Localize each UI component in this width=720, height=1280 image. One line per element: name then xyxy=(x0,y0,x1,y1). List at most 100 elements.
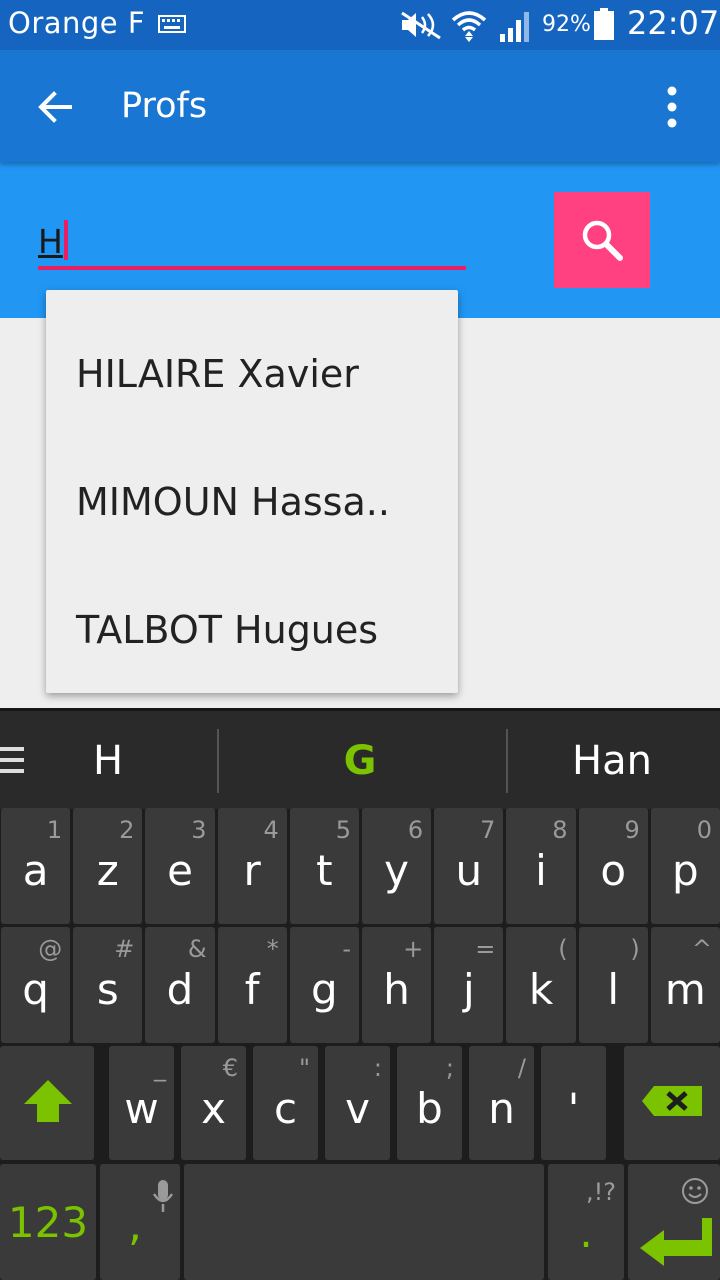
key-label: j xyxy=(462,965,475,1014)
key-secondary-label: : xyxy=(373,1054,382,1082)
search-icon xyxy=(582,220,623,261)
key-o[interactable]: 9o xyxy=(578,808,648,924)
key-a[interactable]: 1a xyxy=(1,808,71,924)
key-label: e xyxy=(167,846,193,895)
key-secondary-label: 8 xyxy=(552,816,568,844)
key-d[interactable]: & d xyxy=(145,927,215,1043)
period-key[interactable]: ,!? . xyxy=(548,1164,624,1280)
key-k[interactable]: (k xyxy=(506,927,576,1043)
key-secondary-label: 1 xyxy=(46,816,63,844)
key-w[interactable]: _ w xyxy=(109,1046,174,1160)
text-cursor xyxy=(64,220,68,260)
key-t[interactable]: 5t xyxy=(289,808,359,924)
key-h[interactable]: + h xyxy=(362,927,432,1043)
key-m[interactable]: ^ m xyxy=(650,927,720,1043)
search-input[interactable]: H xyxy=(38,222,63,261)
key-secondary-label: & xyxy=(187,935,207,963)
key-secondary-label: 3 xyxy=(191,816,207,844)
key-secondary-label: + xyxy=(403,935,424,963)
key-n[interactable]: / n xyxy=(469,1046,534,1160)
key-label: r xyxy=(243,846,261,895)
key-secondary-label: 4 xyxy=(263,816,279,844)
key-secondary-label: _ xyxy=(154,1054,166,1082)
key-secondary-label: 2 xyxy=(119,816,135,844)
search-button[interactable] xyxy=(554,192,650,288)
key-label: f xyxy=(244,965,260,1014)
key-j[interactable]: = j xyxy=(434,927,504,1043)
menu-icon[interactable] xyxy=(0,745,26,775)
key-y[interactable]: 6y xyxy=(362,808,432,924)
keyboard-suggestion[interactable]: H xyxy=(93,738,123,784)
key-label: x xyxy=(201,1084,226,1133)
key-f[interactable]: * f xyxy=(217,927,287,1043)
key-g[interactable]: -g xyxy=(289,927,359,1043)
divider xyxy=(506,729,508,793)
key-secondary-label: € xyxy=(222,1054,238,1082)
divider xyxy=(217,729,219,793)
key-label: h xyxy=(383,965,410,1014)
key-v[interactable]: :v xyxy=(325,1046,390,1160)
key-label: o xyxy=(600,846,627,895)
key-p[interactable]: 0p xyxy=(650,808,720,924)
key-label: p xyxy=(672,846,699,895)
key-secondary-label: 0 xyxy=(696,816,712,844)
key-label: m xyxy=(664,965,706,1014)
suggestion-item[interactable]: MIMOUN Hassa.. xyxy=(46,442,458,570)
battery-icon xyxy=(594,8,614,40)
key-label: t xyxy=(316,846,333,895)
key-label: s xyxy=(96,965,119,1014)
enter-arrow-icon xyxy=(640,1218,712,1266)
key-secondary-label: 5 xyxy=(335,816,351,844)
key-u[interactable]: 7u xyxy=(434,808,504,924)
key-e[interactable]: 3e xyxy=(145,808,215,924)
app-bar: Profs xyxy=(0,50,720,162)
status-bar: Orange F 92% 22:07 xyxy=(0,0,720,50)
key-x[interactable]: € x xyxy=(181,1046,246,1160)
signal-icon xyxy=(500,12,529,42)
key-z[interactable]: 2z xyxy=(73,808,143,924)
keyboard-indicator-icon xyxy=(158,15,186,33)
key-l[interactable]: ) l xyxy=(578,927,648,1043)
key-secondary-label: ; xyxy=(445,1054,454,1082)
page-title: Profs xyxy=(121,86,208,126)
shift-key[interactable] xyxy=(0,1046,94,1160)
back-arrow-icon[interactable] xyxy=(36,88,74,126)
suggestion-item[interactable]: TALBOT Hugues xyxy=(46,570,458,698)
more-vert-icon[interactable] xyxy=(660,84,684,130)
key-label: w xyxy=(124,1084,159,1133)
key-secondary-label: 6 xyxy=(407,816,424,844)
enter-key[interactable] xyxy=(628,1164,720,1280)
suggestion-item[interactable]: HILAIRE Xavier xyxy=(46,314,458,442)
key-secondary-label: " xyxy=(298,1054,310,1082)
key-secondary-label: ) xyxy=(630,935,640,963)
backspace-icon xyxy=(642,1086,702,1116)
numbers-key[interactable]: 123 xyxy=(0,1164,96,1280)
comma-key[interactable]: , xyxy=(100,1164,180,1280)
key-i[interactable]: 8i xyxy=(506,808,576,924)
wifi-icon xyxy=(451,11,487,42)
key-secondary-label: 9 xyxy=(624,816,640,844)
soft-keyboard: H G Han 1 a 2 z 3 e 4 r 5 t 6 y 7 u 8 i 9 o 0 p @ q # s & d * f - g + h… xyxy=(0,708,720,1280)
key-label: g xyxy=(311,965,338,1014)
key-label: y xyxy=(384,846,410,895)
key-r[interactable]: 4r xyxy=(217,808,287,924)
key-b[interactable]: ; b xyxy=(397,1046,462,1160)
key-secondary-label: @ xyxy=(38,935,63,963)
keyboard-suggestion[interactable]: Han xyxy=(572,738,652,784)
clock: 22:07 xyxy=(627,4,720,42)
key-label: ' xyxy=(567,1084,580,1133)
key-label: a xyxy=(22,846,49,895)
key-c[interactable]: " c xyxy=(253,1046,318,1160)
keyboard-suggestion-primary[interactable]: G xyxy=(344,738,377,784)
space-key[interactable] xyxy=(184,1164,544,1280)
shift-arrow-icon xyxy=(24,1080,72,1122)
key-apostrophe[interactable]: ' xyxy=(541,1046,606,1160)
battery-percent: 92% xyxy=(542,12,591,37)
backspace-key[interactable] xyxy=(624,1046,720,1160)
key-label: c xyxy=(273,1084,298,1133)
key-q[interactable]: @ q xyxy=(1,927,71,1043)
key-label: v xyxy=(345,1084,370,1133)
key-s[interactable]: # s xyxy=(73,927,143,1043)
smiley-icon xyxy=(682,1178,708,1204)
key-secondary-label: - xyxy=(342,935,351,963)
